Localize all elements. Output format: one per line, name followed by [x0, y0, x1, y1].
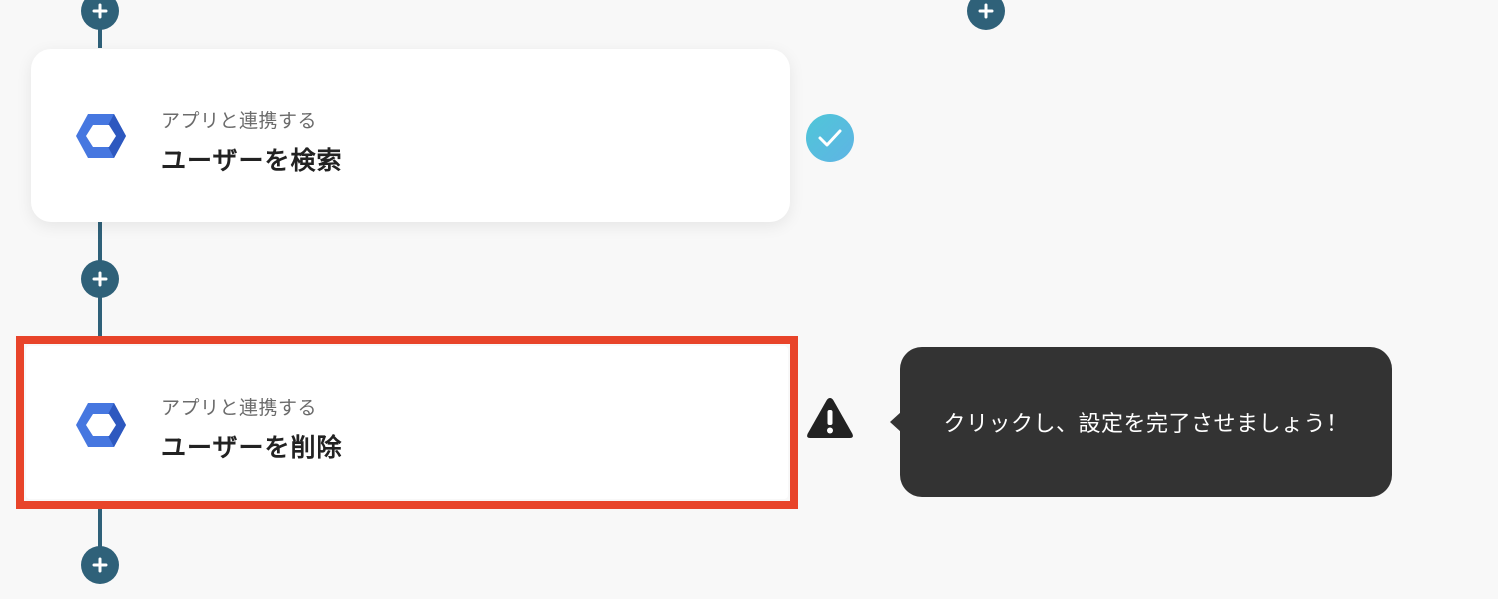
- add-step-button[interactable]: [967, 0, 1005, 30]
- hexagon-app-icon: [76, 403, 126, 447]
- warning-icon: [807, 398, 853, 438]
- tooltip: クリックし、設定を完了させましょう！: [890, 347, 1392, 497]
- plus-icon: [92, 3, 108, 19]
- plus-icon: [92, 271, 108, 287]
- tooltip-arrow: [890, 412, 901, 432]
- step-subtitle: アプリと連携する: [161, 110, 318, 132]
- step-card-body: アプリと連携する ユーザーを削除: [26, 346, 788, 499]
- step-title: ユーザーを削除: [161, 433, 343, 462]
- check-icon: [806, 114, 854, 162]
- hexagon-app-icon: [76, 114, 126, 158]
- plus-icon: [92, 557, 108, 573]
- add-step-button[interactable]: [81, 546, 119, 584]
- add-step-button[interactable]: [81, 0, 119, 30]
- plus-icon: [978, 3, 994, 19]
- step-title: ユーザーを検索: [161, 146, 343, 175]
- step-card-search-user[interactable]: アプリと連携する ユーザーを検索: [31, 49, 790, 222]
- add-step-button[interactable]: [81, 260, 119, 298]
- step-subtitle: アプリと連携する: [161, 397, 318, 419]
- step-card-delete-user[interactable]: アプリと連携する ユーザーを削除: [16, 336, 798, 509]
- tooltip-text: クリックし、設定を完了させましょう！: [943, 412, 1349, 437]
